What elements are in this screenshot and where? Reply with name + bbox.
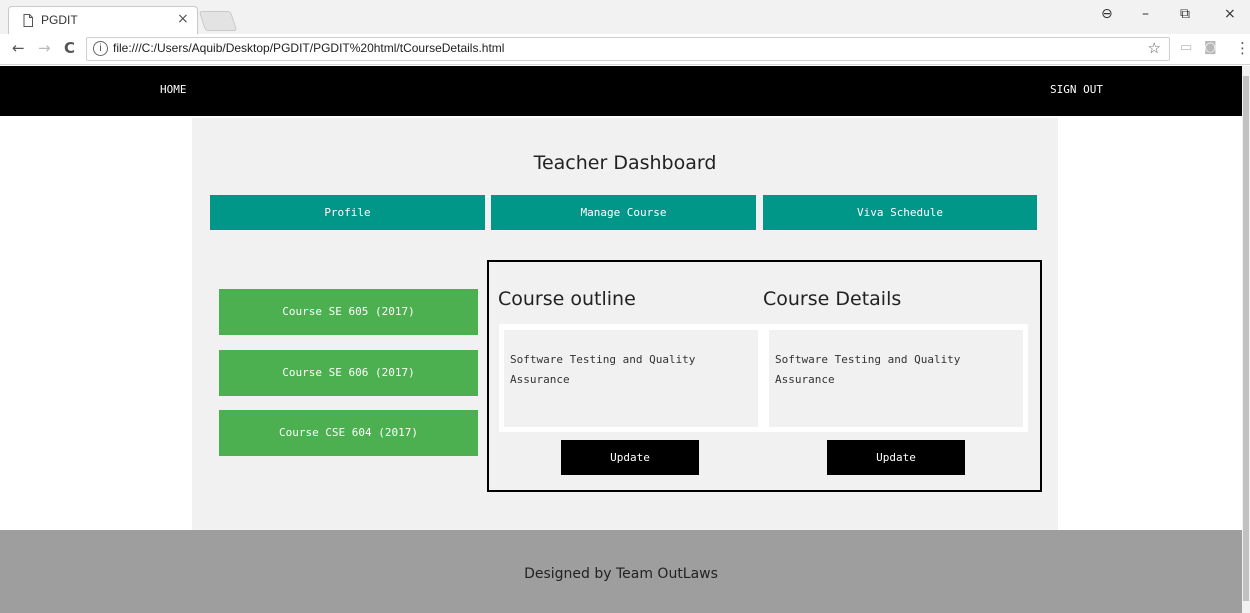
update-outline-button[interactable]: Update bbox=[561, 440, 699, 475]
profile-icon[interactable]: ⊖ bbox=[1101, 6, 1113, 22]
tab-close-icon[interactable]: × bbox=[177, 11, 189, 27]
footer-credit: Designed by Team OutLaws bbox=[524, 566, 718, 582]
course-outline-heading: Course outline bbox=[498, 288, 636, 310]
forward-arrow-icon[interactable]: → bbox=[38, 39, 51, 57]
browser-tab-strip: PGDIT × ⊖ – ⧉ × bbox=[0, 0, 1250, 35]
info-icon[interactable]: i bbox=[93, 41, 108, 56]
url-text[interactable]: file:///C:/Users/Aquib/Desktop/PGDIT/PGD… bbox=[113, 41, 504, 55]
bookmark-star-icon[interactable]: ☆ bbox=[1148, 39, 1161, 57]
course-details-heading: Course Details bbox=[763, 288, 902, 310]
dashboard-panel: Teacher Dashboard Profile Manage Course … bbox=[192, 118, 1058, 530]
course-se-606-button[interactable]: Course SE 606 (2017) bbox=[219, 350, 478, 396]
site-header: HOME SIGN OUT bbox=[0, 66, 1250, 116]
address-bar[interactable]: i file:///C:/Users/Aquib/Desktop/PGDIT/P… bbox=[86, 37, 1170, 61]
sign-out-link[interactable]: SIGN OUT bbox=[1050, 83, 1103, 96]
tab-profile[interactable]: Profile bbox=[210, 195, 485, 230]
course-outline-text: Software Testing and Quality Assurance bbox=[510, 353, 696, 386]
page-icon bbox=[23, 14, 33, 27]
update-details-button[interactable]: Update bbox=[827, 440, 965, 475]
course-info-box: Course outline Course Details Software T… bbox=[487, 260, 1042, 492]
reload-icon[interactable]: C bbox=[64, 39, 75, 57]
course-text-strip: Software Testing and Quality Assurance S… bbox=[499, 324, 1028, 432]
site-footer: Designed by Team OutLaws bbox=[0, 530, 1242, 613]
extension-icon-2[interactable]: ◙ bbox=[1204, 40, 1217, 55]
browser-tab[interactable]: PGDIT × bbox=[8, 6, 198, 35]
course-se-605-button[interactable]: Course SE 605 (2017) bbox=[219, 289, 478, 335]
back-arrow-icon[interactable]: ← bbox=[12, 39, 25, 57]
course-outline-textarea[interactable]: Software Testing and Quality Assurance bbox=[504, 330, 758, 427]
page-title: Teacher Dashboard bbox=[533, 152, 717, 174]
extension-icon[interactable]: ▭ bbox=[1180, 40, 1192, 55]
menu-kebab-icon[interactable]: ⋮ bbox=[1235, 39, 1250, 57]
home-link[interactable]: HOME bbox=[160, 83, 187, 96]
course-cse-604-button[interactable]: Course CSE 604 (2017) bbox=[219, 410, 478, 456]
scrollbar-thumb[interactable] bbox=[1243, 76, 1249, 601]
course-details-textarea[interactable]: Software Testing and Quality Assurance bbox=[769, 330, 1023, 427]
tab-viva-schedule[interactable]: Viva Schedule bbox=[763, 195, 1037, 230]
window-close-icon[interactable]: × bbox=[1224, 6, 1236, 22]
restore-icon[interactable]: ⧉ bbox=[1180, 6, 1190, 22]
minimize-icon[interactable]: – bbox=[1142, 6, 1149, 22]
page-scrollbar[interactable] bbox=[1242, 66, 1250, 613]
tab-title: PGDIT bbox=[41, 13, 78, 27]
tab-manage-course[interactable]: Manage Course bbox=[491, 195, 756, 230]
browser-toolbar: ← → C i file:///C:/Users/Aquib/Desktop/P… bbox=[0, 34, 1250, 65]
course-details-text: Software Testing and Quality Assurance bbox=[775, 353, 961, 386]
new-tab-button[interactable] bbox=[198, 11, 238, 31]
